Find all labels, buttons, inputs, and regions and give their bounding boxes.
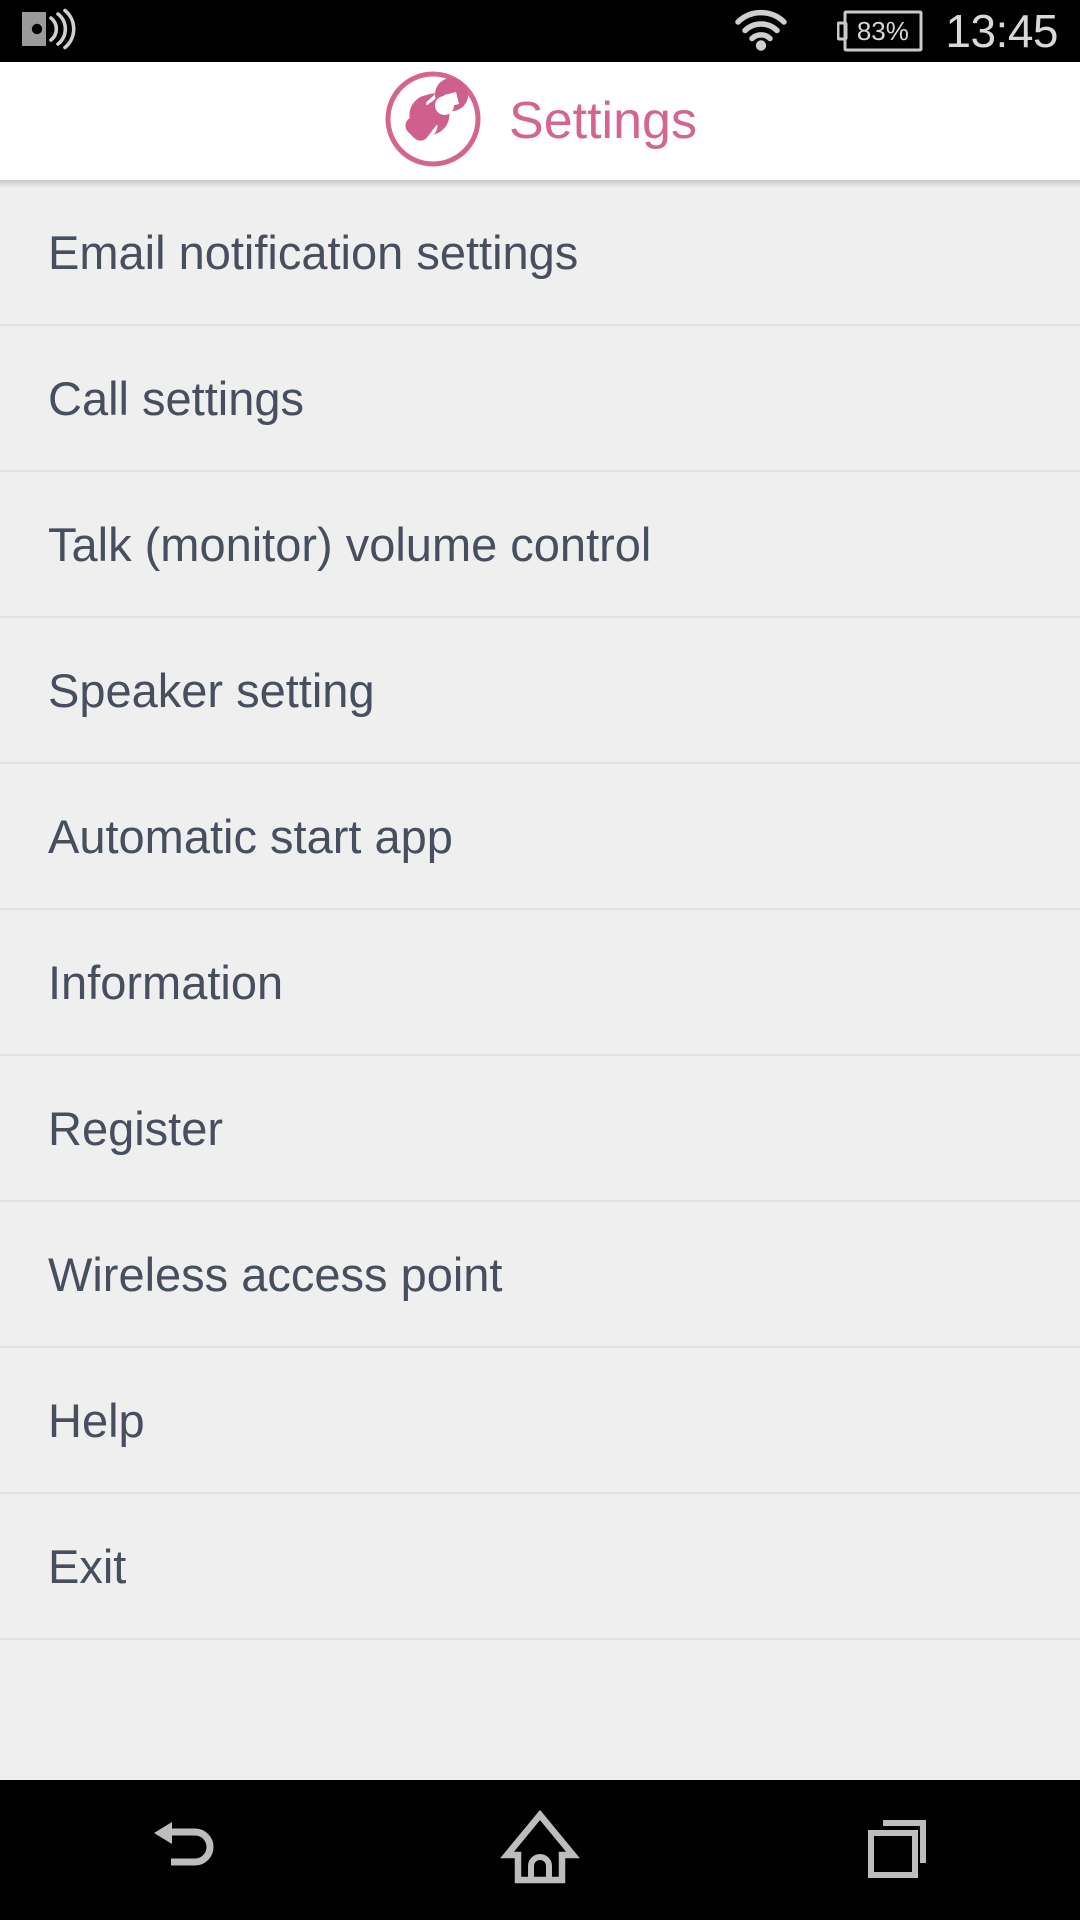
list-item-label: Information (48, 955, 284, 1009)
status-bar-clock: 13:45 (945, 5, 1058, 57)
list-item-label: Help (48, 1393, 145, 1447)
list-item-exit[interactable]: Exit (0, 1494, 1080, 1640)
wrench-circle-icon (383, 69, 483, 174)
list-item-register[interactable]: Register (0, 1056, 1080, 1202)
list-item-label: Exit (48, 1539, 127, 1593)
list-item-label: Talk (monitor) volume control (48, 517, 652, 571)
home-button[interactable] (360, 1780, 720, 1920)
list-item-label: Email notification settings (48, 225, 579, 279)
list-item-label: Call settings (48, 371, 304, 425)
app-header: Settings (0, 62, 1080, 180)
list-bottom-filler (0, 1640, 1080, 1748)
list-item-help[interactable]: Help (0, 1348, 1080, 1494)
list-item-label: Wireless access point (48, 1247, 503, 1301)
battery-level-text: 83% (856, 16, 909, 46)
list-item-label: Automatic start app (48, 809, 453, 863)
list-item-wireless-access-point[interactable]: Wireless access point (0, 1202, 1080, 1348)
status-bar-left-icons (0, 8, 78, 55)
back-icon (138, 1816, 222, 1885)
home-icon (500, 1809, 580, 1891)
wifi-icon (733, 7, 789, 56)
page-title: Settings (509, 92, 697, 150)
recents-button[interactable] (720, 1780, 1080, 1920)
list-item-label: Register (48, 1101, 224, 1155)
list-item-call-settings[interactable]: Call settings (0, 326, 1080, 472)
list-item-talk-volume-control[interactable]: Talk (monitor) volume control (0, 472, 1080, 618)
android-settings-screen: 83% 13:45 Settings Email notification se… (0, 0, 1080, 1920)
status-bar-right-icons: 83% 13:45 (733, 7, 1080, 56)
list-item-speaker-setting[interactable]: Speaker setting (0, 618, 1080, 764)
settings-list: Email notification settings Call setting… (0, 180, 1080, 1780)
list-item-automatic-start-app[interactable]: Automatic start app (0, 764, 1080, 910)
list-item-information[interactable]: Information (0, 910, 1080, 1056)
back-button[interactable] (0, 1780, 360, 1920)
vibrate-sound-icon (20, 8, 78, 55)
list-item-email-notification-settings[interactable]: Email notification settings (0, 180, 1080, 326)
recents-icon (861, 1813, 939, 1888)
list-item-label: Speaker setting (48, 663, 375, 717)
system-navigation-bar (0, 1780, 1080, 1920)
status-bar: 83% 13:45 (0, 0, 1080, 62)
battery-icon: 83% (837, 10, 923, 52)
